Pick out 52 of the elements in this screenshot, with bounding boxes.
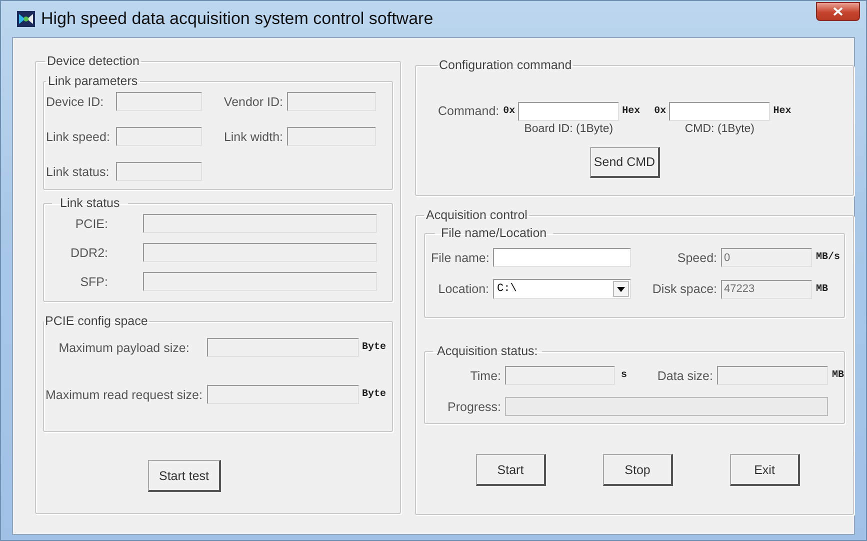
field-label: Command: (438, 104, 500, 120)
dropdown-arrow-icon (617, 286, 625, 292)
location-dropdown[interactable]: C:\ (493, 279, 631, 299)
field-label: Maximum payload size: (58, 340, 190, 354)
prefix-label: 0x (503, 106, 516, 117)
unit-label: Hex (773, 106, 792, 117)
field-label: Link status: (46, 164, 110, 178)
group-label: Link status (59, 196, 121, 210)
close-icon (833, 7, 843, 16)
action-button[interactable]: Stop (603, 454, 673, 486)
field-label: Location: (438, 282, 489, 296)
unit-label: MB/s (816, 252, 842, 263)
group-label: PCIE config space (44, 314, 149, 328)
window-title: High speed data acquisition system control software (41, 9, 434, 29)
group-label: Configuration command (438, 58, 573, 72)
group-label: Acquisition status: (436, 344, 539, 358)
send-cmd-button[interactable]: Send CMD (590, 147, 660, 178)
close-button[interactable] (816, 2, 860, 21)
unit-label: s (621, 370, 628, 381)
field-label: File name: (431, 250, 490, 264)
field-label: Link width: (224, 130, 283, 144)
unit-label: MB (832, 370, 844, 381)
field-label: PCIE: (75, 216, 108, 230)
field-label: Progress: (448, 400, 501, 414)
prefix-label: 0x (654, 106, 666, 117)
field-label: Vendor ID: (224, 94, 283, 108)
unit-label: Byte (362, 389, 388, 400)
field-label: Time: (470, 368, 501, 382)
group-label: Acquisition control (425, 208, 528, 222)
action-button[interactable]: Exit (730, 454, 800, 486)
field-label: Maximum read request size: (45, 388, 202, 402)
input-field[interactable] (518, 102, 620, 121)
unit-label: Byte (362, 342, 388, 353)
field-caption: Board ID: (1Byte) (524, 123, 614, 135)
group-label: Link parameters (47, 74, 139, 88)
group-label: Device detection (46, 54, 140, 68)
app-icon (17, 11, 35, 27)
field-label: Data size: (657, 368, 713, 382)
field-label: Speed: (677, 250, 717, 264)
group-label: File name/Location (440, 226, 548, 240)
field-label: SFP: (80, 274, 108, 288)
field-label: Disk space: (652, 282, 717, 296)
input-field[interactable] (669, 102, 770, 121)
field-caption: CMD: (1Byte) (684, 123, 755, 135)
start-test-button[interactable]: Start test (148, 460, 221, 492)
field-label: DDR2: (70, 246, 108, 260)
unit-label: Hex (622, 106, 640, 117)
field-label: Link speed: (46, 130, 110, 144)
unit-label: MB (816, 284, 830, 294)
input-field[interactable] (493, 248, 631, 267)
action-button[interactable]: Start (476, 454, 546, 486)
field-label: Device ID: (46, 94, 104, 108)
